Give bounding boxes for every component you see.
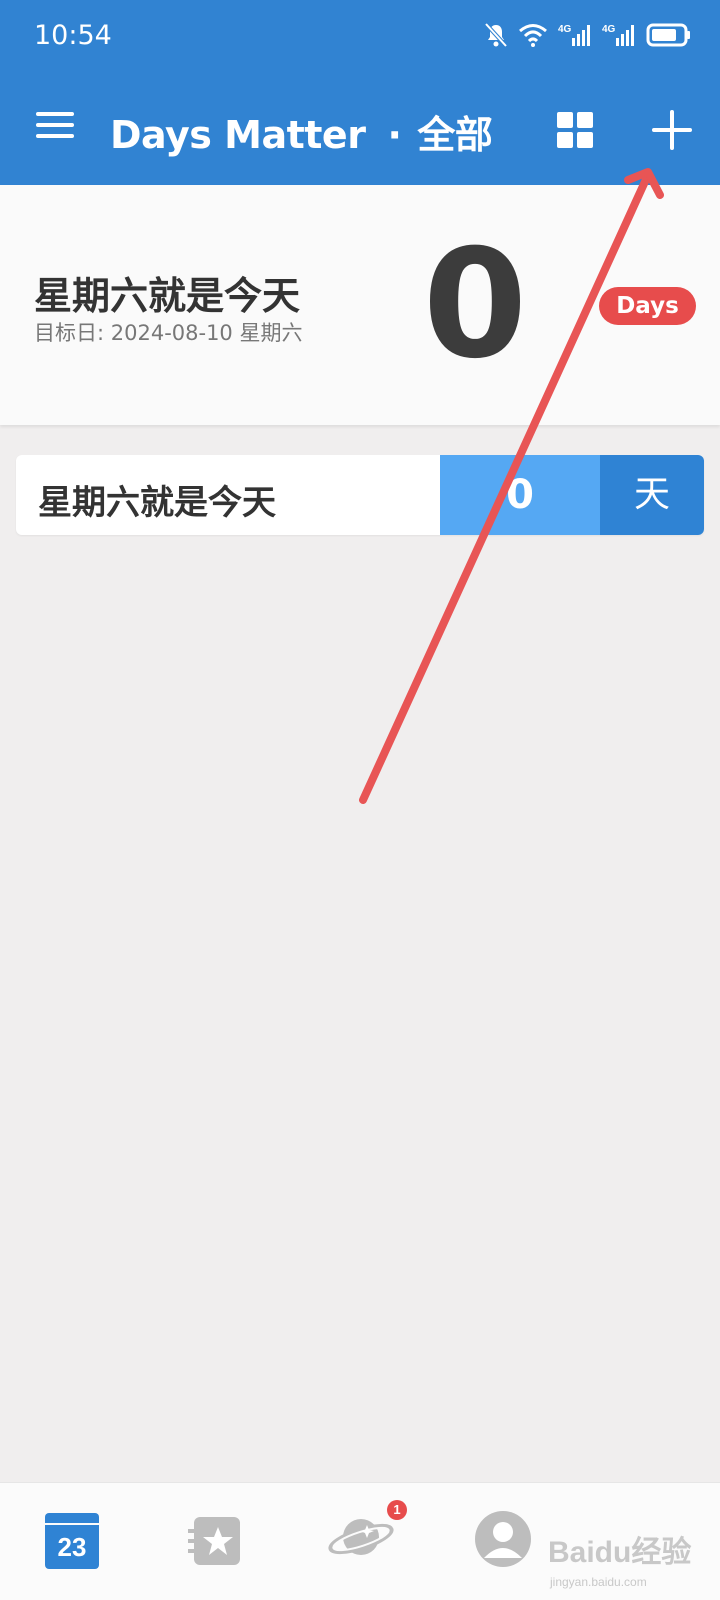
list-item-title: 星期六就是今天: [38, 483, 276, 523]
list-item-unit: 天: [600, 455, 704, 535]
notification-badge: 1: [387, 1500, 407, 1520]
app-header: 10:54 4G 4G Days Matter · 全部: [0, 0, 720, 185]
page-title: Days Matter · 全部: [110, 104, 493, 159]
hamburger-menu-icon[interactable]: [36, 112, 76, 142]
wifi-icon: [519, 24, 547, 47]
hero-day-count: 0: [422, 218, 528, 392]
hero-card[interactable]: 星期六就是今天 目标日: 2024-08-10 星期六 0 Days: [0, 185, 720, 425]
signal-4g-icon: 4G: [602, 24, 634, 46]
bell-muted-icon: [484, 22, 508, 48]
hero-event-title: 星期六就是今天: [34, 274, 301, 318]
list-item[interactable]: 星期六就是今天 0 天: [16, 455, 704, 535]
bottom-nav: 23: [0, 1482, 720, 1600]
svg-text:4G: 4G: [602, 24, 616, 35]
svg-text:4G: 4G: [558, 24, 572, 35]
profile-icon[interactable]: [474, 1510, 532, 1568]
calendar-date-label: 23: [45, 1525, 99, 1569]
calendar-icon[interactable]: 23: [45, 1513, 99, 1569]
battery-icon: [646, 23, 690, 47]
planet-icon[interactable]: [327, 1507, 395, 1565]
plus-icon[interactable]: [652, 110, 692, 150]
app-title: Days Matter: [110, 113, 366, 157]
star-card-icon[interactable]: [188, 1513, 244, 1569]
status-bar: 10:54 4G 4G: [0, 0, 720, 80]
list-item-count: 0: [440, 455, 600, 535]
status-time: 10:54: [34, 20, 112, 51]
grid-view-icon[interactable]: [557, 112, 593, 148]
hero-target-date: 目标日: 2024-08-10 星期六: [34, 321, 303, 345]
title-separator: ·: [387, 113, 402, 157]
status-icons: 4G 4G: [484, 22, 692, 48]
days-badge: Days: [599, 287, 696, 325]
category-selector[interactable]: 全部: [417, 113, 493, 157]
signal-4g-icon: 4G: [558, 24, 590, 46]
